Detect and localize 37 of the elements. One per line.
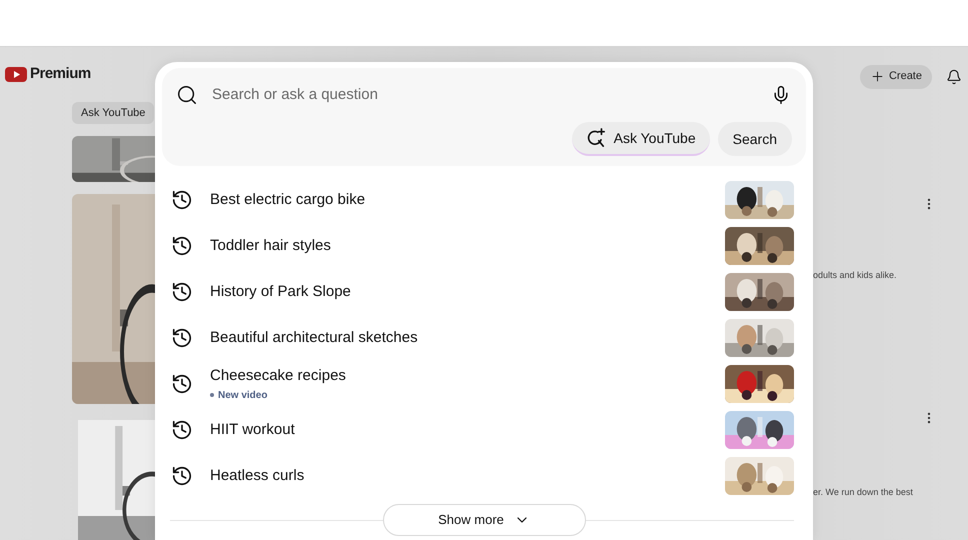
chip[interactable]: Ask YouTube [72, 102, 154, 124]
history-item[interactable]: Cheesecake recipes New video [162, 361, 806, 407]
play-logo-icon [5, 67, 27, 82]
search-button[interactable]: Search [718, 122, 792, 156]
search-icon [176, 84, 198, 106]
video-description: er. We run down the best [813, 486, 914, 500]
history-icon [171, 327, 193, 349]
history-icon [171, 235, 193, 257]
new-video-badge: New video [210, 388, 725, 403]
history-item[interactable]: History of Park Slope [162, 269, 806, 315]
search-query: HIIT workout [210, 420, 296, 440]
logo-text: Premium [30, 64, 91, 84]
sparkle-search-icon [586, 128, 606, 148]
plus-icon [870, 69, 885, 84]
create-button[interactable]: Create [860, 64, 932, 89]
history-item[interactable]: Heatless curls [162, 453, 806, 499]
history-icon [171, 281, 193, 303]
search-query: History of Park Slope [210, 282, 352, 302]
history-icon [171, 189, 193, 211]
search-query: Best electric cargo bike [210, 190, 366, 210]
history-item[interactable]: Beautiful architectural sketches [162, 315, 806, 361]
ask-youtube-button[interactable]: Ask YouTube [572, 122, 710, 156]
history-item[interactable]: Toddler hair styles [162, 223, 806, 269]
notifications-button[interactable] [946, 68, 962, 86]
history-item[interactable]: Best electric cargo bike [162, 177, 806, 223]
video-description: odults and kids alike. [813, 269, 898, 282]
search-query: Heatless curls [210, 466, 306, 486]
search-query: Toddler hair styles [210, 236, 332, 256]
history-item[interactable]: HIIT workout [162, 407, 806, 453]
bell-icon [946, 68, 962, 86]
search-query: Cheesecake recipes [210, 366, 347, 386]
history-icon [171, 419, 193, 441]
search-field[interactable]: Search or ask a question [212, 84, 756, 106]
show-more-button[interactable]: Show more [382, 504, 586, 536]
search-query: Beautiful architectural sketches [210, 328, 419, 348]
history-icon [171, 373, 193, 395]
history-icon [171, 465, 193, 487]
